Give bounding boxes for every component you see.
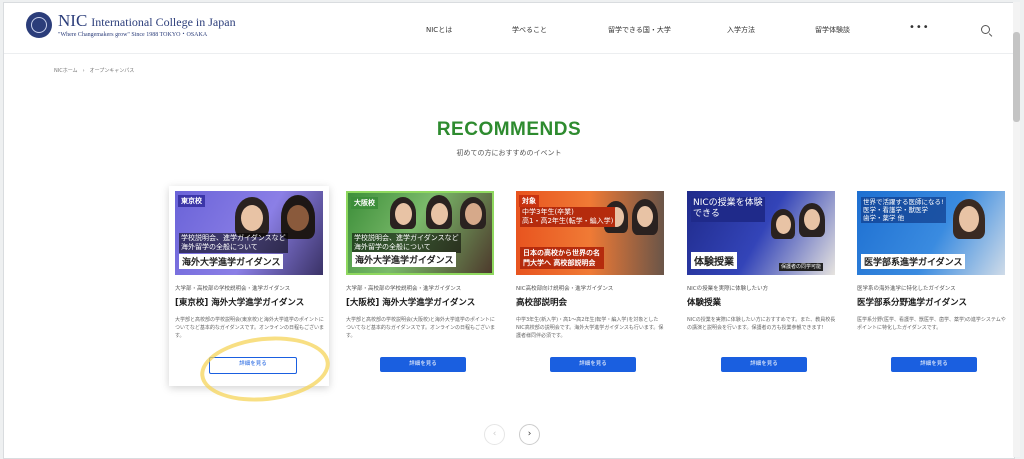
card-title[interactable]: 体験授業 [687, 296, 721, 308]
scrollbar-thumb[interactable] [1013, 32, 1020, 122]
section-subtitle: 初めての方におすすめのイベント [456, 149, 562, 157]
details-button[interactable]: 詳細を見る [721, 357, 807, 372]
site-header: NIC International College in Japan "Wher… [4, 3, 1014, 54]
details-button[interactable]: 詳細を見る [891, 357, 977, 372]
card-description: 中学3年生(新入学)・高1～高2年生(転学・編入学)を対象としたNIC高校部の説… [516, 317, 664, 339]
logo-subname: International College in Japan [91, 15, 236, 29]
thumbnail-caption: NICの授業を体験できる [691, 197, 765, 222]
breadcrumb-separator: › [82, 68, 85, 74]
event-card-trial-class[interactable]: NICの授業を体験できる 体験授業 保護者の同学可能 NICの授業を実際に体験し… [681, 186, 841, 386]
nav-item-about[interactable]: NICとは [426, 25, 452, 35]
nav-item-learn[interactable]: 学べること [512, 25, 547, 35]
details-button[interactable]: 詳細を見る [550, 357, 636, 372]
thumbnail-caption: 世界で活躍する医師になる! 医学・看護学・獣医学 歯学・薬学 他 [861, 197, 946, 224]
site-logo[interactable]: NIC International College in Japan "Wher… [26, 12, 236, 38]
card-description: 大学部と高校部の学校説明会(東京校)と海外大学進学のポイントについてなど基本的な… [175, 317, 325, 339]
page-scrollbar[interactable] [1013, 2, 1020, 457]
thumbnail-caption: 中学3年生(卒業) 高1・高2年生(転学・編入学) [520, 207, 616, 227]
logo-seal-icon [26, 12, 52, 38]
logo-tagline: "Where Changemakers grow" Since 1988 TOK… [58, 32, 208, 38]
card-title[interactable]: 高校部説明会 [516, 296, 567, 308]
card-title[interactable]: [東京校] 海外大学進学ガイダンス [175, 296, 304, 308]
breadcrumb: NICホーム › オープンキャンパス [54, 67, 134, 74]
thumbnail-banner: 医学部系進学ガイダンス [861, 254, 966, 269]
event-card-osaka-guidance[interactable]: 大阪校 学校説明会、進学ガイダンスなど 海外留学の全般について 海外大学進学ガイ… [340, 186, 500, 386]
card-description: 大学部と高校部の学校説明会(大阪校)と海外大学進学のポイントについてなど基本的な… [346, 317, 496, 339]
campus-badge: 大阪校 [351, 197, 378, 209]
browser-viewport: NIC International College in Japan "Wher… [3, 2, 1015, 459]
card-title[interactable]: [大阪校] 海外大学進学ガイダンス [346, 296, 475, 308]
card-description: NICの授業を実際に体験したい方におすすめです。また、教員校長の講演と説明会を行… [687, 317, 836, 331]
thumbnail-banner: 日本の高校から世界の名門大学へ 高校部説明会 [520, 247, 604, 269]
thumbnail-banner: 体験授業 [691, 252, 737, 269]
carousel-next-button[interactable]: › [519, 424, 540, 445]
carousel-prev-button[interactable]: ‹ [484, 424, 505, 445]
logo-name: NIC [58, 11, 88, 30]
thumbnail-caption: 学校説明会、進学ガイダンスなど 海外留学の全般について [352, 233, 461, 253]
card-category: NICの授業を実際に体験したい方 [687, 286, 769, 292]
card-category: NIC高校部向け説明会・進学ガイダンス [516, 286, 614, 292]
card-thumbnail: 大阪校 学校説明会、進学ガイダンスなど 海外留学の全般について 海外大学進学ガイ… [346, 191, 494, 275]
nav-more-button[interactable]: ••• [909, 22, 930, 33]
breadcrumb-current: オープンキャンパス [89, 68, 135, 74]
section-title: RECOMMENDS [436, 119, 582, 140]
event-card-highschool-briefing[interactable]: 対象 中学3年生(卒業) 高1・高2年生(転学・編入学) 日本の高校から世界の名… [510, 186, 670, 386]
card-category: 大学部・高校部の学校説明会・進学ガイダンス [346, 286, 462, 292]
thumbnail-caption: 学校説明会、進学ガイダンスなど 海外留学の全般について [179, 233, 288, 253]
card-thumbnail: 東京校 学校説明会、進学ガイダンスなど 海外留学の全般について 海外大学進学ガイ… [175, 191, 323, 275]
card-category: 医学系の海外進学に特化したガイダンス [857, 286, 956, 292]
audience-badge: 対象 [519, 195, 539, 207]
search-icon[interactable] [981, 25, 990, 34]
thumbnail-banner: 海外大学進学ガイダンス [179, 254, 284, 269]
nav-item-stories[interactable]: 留学体験談 [815, 25, 850, 35]
nav-item-destinations[interactable]: 留学できる国・大学 [608, 25, 671, 35]
card-thumbnail: 対象 中学3年生(卒業) 高1・高2年生(転学・編入学) 日本の高校から世界の名… [516, 191, 664, 275]
nav-item-admissions[interactable]: 入学方法 [727, 25, 755, 35]
details-button[interactable]: 詳細を見る [380, 357, 466, 372]
card-title[interactable]: 医学部系分野進学ガイダンス [857, 296, 967, 308]
thumbnail-note: 保護者の同学可能 [779, 263, 824, 272]
card-thumbnail: NICの授業を体験できる 体験授業 保護者の同学可能 [687, 191, 835, 275]
event-card-medical-guidance[interactable]: 世界で活躍する医師になる! 医学・看護学・獣医学 歯学・薬学 他 医学部系進学ガ… [851, 186, 1011, 386]
campus-badge: 東京校 [178, 195, 205, 207]
card-description: 医学系分野(医学、看護学、獣医学、歯学、薬学)の進学システムやポイントに特化した… [857, 317, 1006, 331]
breadcrumb-home[interactable]: NICホーム [54, 68, 78, 74]
card-thumbnail: 世界で活躍する医師になる! 医学・看護学・獣医学 歯学・薬学 他 医学部系進学ガ… [857, 191, 1005, 275]
thumbnail-banner: 海外大学進学ガイダンス [352, 252, 457, 267]
card-category: 大学部・高校部の学校説明会・進学ガイダンス [175, 286, 291, 292]
